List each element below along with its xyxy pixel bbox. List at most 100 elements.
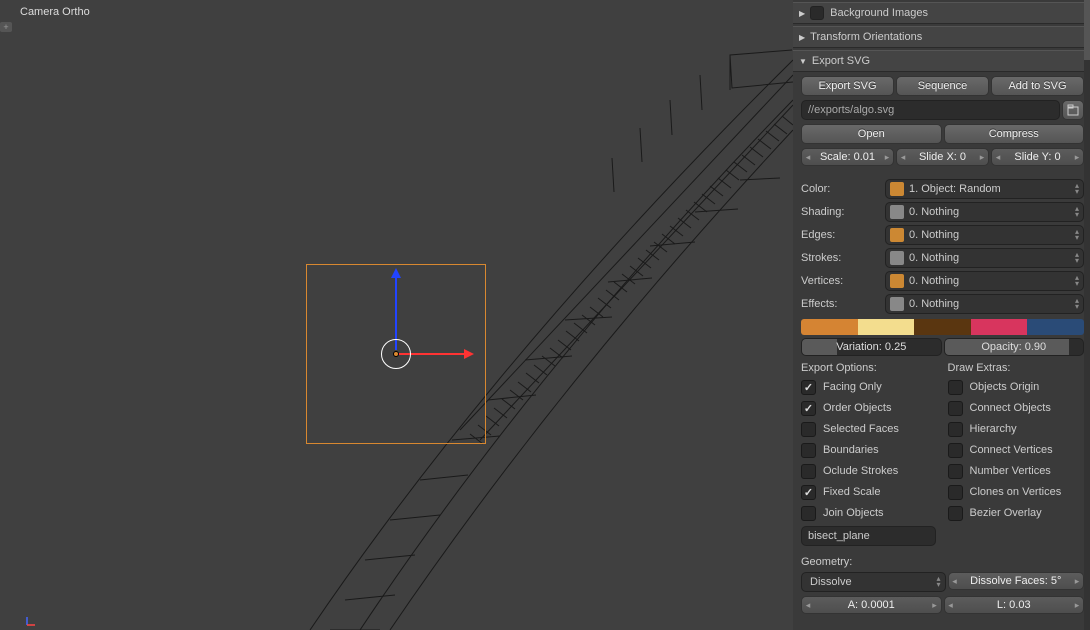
section-label: Background Images bbox=[830, 7, 928, 19]
chevron-down-icon bbox=[799, 57, 807, 66]
vertices-label: Vertices: bbox=[801, 275, 881, 287]
checkbox-label: Objects Origin bbox=[970, 381, 1040, 393]
section-transform-orientations[interactable]: Transform Orientations bbox=[793, 26, 1090, 48]
bisect-input[interactable]: bisect_plane bbox=[801, 526, 936, 546]
l-field[interactable]: ◂L: 0.03▸ bbox=[944, 596, 1085, 614]
draw-extra-2[interactable]: Hierarchy bbox=[948, 420, 1085, 438]
checkbox[interactable] bbox=[801, 380, 816, 395]
open-button[interactable]: Open bbox=[801, 124, 942, 144]
checkbox[interactable] bbox=[801, 401, 816, 416]
checkbox[interactable] bbox=[948, 464, 963, 479]
chevron-right-icon bbox=[799, 9, 805, 18]
dissolve-faces-field[interactable]: ◂Dissolve Faces: 5°▸ bbox=[948, 572, 1085, 590]
draw-extras-head: Draw Extras: bbox=[948, 362, 1085, 374]
export-option-5[interactable]: Fixed Scale bbox=[801, 483, 938, 501]
export-option-2[interactable]: Selected Faces bbox=[801, 420, 938, 438]
export-option-3[interactable]: Boundaries bbox=[801, 441, 938, 459]
export-svg-button[interactable]: Export SVG bbox=[801, 76, 894, 96]
checkbox-bg-images[interactable] bbox=[810, 6, 824, 20]
export-path-input[interactable]: //exports/algo.svg bbox=[801, 100, 1060, 120]
checkbox-label: Bezier Overlay bbox=[970, 507, 1042, 519]
swatch-5[interactable] bbox=[1027, 319, 1084, 335]
scrollbar-thumb[interactable] bbox=[1084, 0, 1090, 60]
shading-label: Shading: bbox=[801, 206, 881, 218]
section-label: Export SVG bbox=[812, 55, 870, 67]
object-icon bbox=[890, 251, 904, 265]
checkbox[interactable] bbox=[948, 380, 963, 395]
a-field[interactable]: ◂A: 0.0001▸ bbox=[801, 596, 942, 614]
geometry-mode-dropdown[interactable]: Dissolve▴▾ bbox=[801, 572, 946, 592]
strokes-label: Strokes: bbox=[801, 252, 881, 264]
shading-dropdown[interactable]: 0. Nothing▴▾ bbox=[885, 202, 1084, 222]
checkbox[interactable] bbox=[948, 485, 963, 500]
scale-field[interactable]: ◂Scale: 0.01▸ bbox=[801, 148, 894, 166]
draw-extra-6[interactable]: Bezier Overlay bbox=[948, 504, 1085, 522]
chevron-right-icon bbox=[799, 33, 805, 42]
section-label: Transform Orientations bbox=[810, 31, 922, 43]
export-option-4[interactable]: Oclude Strokes bbox=[801, 462, 938, 480]
object-icon bbox=[890, 297, 904, 311]
checkbox[interactable] bbox=[948, 443, 963, 458]
section-background-images[interactable]: Background Images bbox=[793, 2, 1090, 24]
axis-indicator-icon bbox=[25, 615, 37, 627]
draw-extra-0[interactable]: Objects Origin bbox=[948, 378, 1085, 396]
checkbox[interactable] bbox=[801, 506, 816, 521]
checkbox-label: Number Vertices bbox=[970, 465, 1051, 477]
export-option-6[interactable]: Join Objects bbox=[801, 504, 938, 522]
checkbox[interactable] bbox=[948, 422, 963, 437]
checkbox-label: Oclude Strokes bbox=[823, 465, 898, 477]
panel-scrollbar[interactable] bbox=[1084, 0, 1090, 630]
checkbox[interactable] bbox=[801, 422, 816, 437]
checkbox-label: Hierarchy bbox=[970, 423, 1017, 435]
slide-y-field[interactable]: ◂Slide Y: 0▸ bbox=[991, 148, 1084, 166]
draw-extra-1[interactable]: Connect Objects bbox=[948, 399, 1085, 417]
draw-extra-4[interactable]: Number Vertices bbox=[948, 462, 1085, 480]
edges-label: Edges: bbox=[801, 229, 881, 241]
effects-dropdown[interactable]: 0. Nothing▴▾ bbox=[885, 294, 1084, 314]
object-icon bbox=[890, 182, 904, 196]
sequence-button[interactable]: Sequence bbox=[896, 76, 989, 96]
checkbox[interactable] bbox=[801, 464, 816, 479]
vertices-dropdown[interactable]: 0. Nothing▴▾ bbox=[885, 271, 1084, 291]
checkbox[interactable] bbox=[948, 506, 963, 521]
checkbox-label: Clones on Vertices bbox=[970, 486, 1062, 498]
object-icon bbox=[890, 205, 904, 219]
variation-slider[interactable]: Variation: 0.25 bbox=[801, 338, 942, 356]
strokes-dropdown[interactable]: 0. Nothing▴▾ bbox=[885, 248, 1084, 268]
color-palette[interactable] bbox=[801, 319, 1084, 335]
checkbox-label: Boundaries bbox=[823, 444, 879, 456]
object-icon bbox=[890, 228, 904, 242]
swatch-1[interactable] bbox=[801, 319, 858, 335]
checkbox-label: Connect Objects bbox=[970, 402, 1051, 414]
viewport-3d[interactable]: Camera Ortho + bbox=[0, 0, 793, 630]
export-options-head: Export Options: bbox=[801, 362, 938, 374]
effects-label: Effects: bbox=[801, 298, 881, 310]
swatch-4[interactable] bbox=[971, 319, 1028, 335]
draw-extra-3[interactable]: Connect Vertices bbox=[948, 441, 1085, 459]
checkbox[interactable] bbox=[801, 485, 816, 500]
checkbox[interactable] bbox=[801, 443, 816, 458]
swatch-2[interactable] bbox=[858, 319, 915, 335]
export-option-1[interactable]: Order Objects bbox=[801, 399, 938, 417]
compress-button[interactable]: Compress bbox=[944, 124, 1085, 144]
checkbox[interactable] bbox=[948, 401, 963, 416]
object-icon bbox=[890, 274, 904, 288]
section-export-svg[interactable]: Export SVG bbox=[793, 50, 1090, 72]
geometry-head: Geometry: bbox=[801, 556, 1084, 568]
properties-panel: Background Images Transform Orientations… bbox=[793, 0, 1090, 630]
slide-x-field[interactable]: ◂Slide X: 0▸ bbox=[896, 148, 989, 166]
gizmo-y-axis[interactable] bbox=[395, 270, 397, 350]
color-dropdown[interactable]: 1. Object: Random▴▾ bbox=[885, 179, 1084, 199]
export-option-0[interactable]: Facing Only bbox=[801, 378, 938, 396]
checkbox-label: Join Objects bbox=[823, 507, 884, 519]
edges-dropdown[interactable]: 0. Nothing▴▾ bbox=[885, 225, 1084, 245]
add-to-svg-button[interactable]: Add to SVG bbox=[991, 76, 1084, 96]
folder-icon bbox=[1066, 103, 1080, 117]
color-label: Color: bbox=[801, 183, 881, 195]
swatch-3[interactable] bbox=[914, 319, 971, 335]
opacity-slider[interactable]: Opacity: 0.90 bbox=[944, 338, 1085, 356]
checkbox-label: Facing Only bbox=[823, 381, 882, 393]
draw-extra-5[interactable]: Clones on Vertices bbox=[948, 483, 1085, 501]
file-browse-button[interactable] bbox=[1062, 100, 1084, 120]
gizmo-origin[interactable] bbox=[393, 351, 399, 357]
